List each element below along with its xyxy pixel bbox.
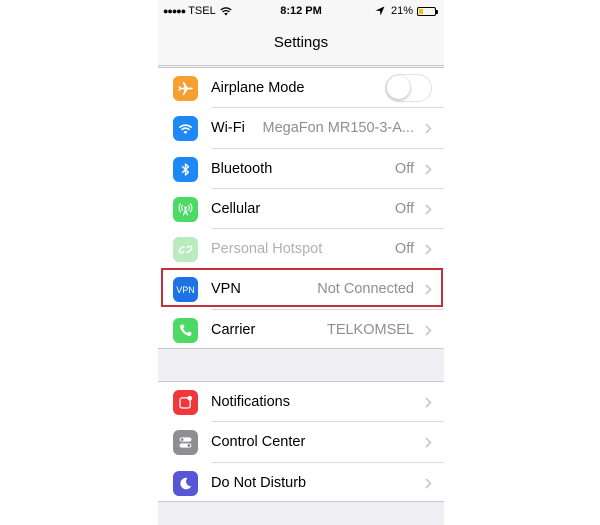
chevron-right-icon — [425, 164, 432, 175]
battery-icon — [417, 6, 438, 16]
row-label: Personal Hotspot — [211, 241, 323, 258]
chevron-right-icon — [425, 284, 432, 296]
battery-percentage: 21% — [390, 5, 413, 17]
row-label: Bluetooth — [211, 160, 273, 177]
status-bar: ●●●●● TSEL 8:12 PM 21% — [158, 0, 444, 22]
notifications-icon — [173, 390, 198, 415]
airplane-icon — [173, 76, 198, 101]
settings-row-personal-hotspot[interactable]: Personal Hotspot Off — [158, 229, 444, 270]
row-label: Notifications — [211, 394, 290, 410]
row-label: VPN — [211, 281, 241, 298]
chevron-right-icon — [425, 123, 432, 134]
settings-row-cellular[interactable]: Cellular Off — [158, 189, 444, 230]
vpn-icon-text: VPN — [176, 284, 195, 295]
page-title: Settings — [273, 34, 329, 51]
phone-icon — [173, 317, 198, 343]
row-label: Control Center — [211, 434, 306, 451]
chevron-right-icon — [425, 397, 432, 408]
phone-screen: ●●●●● TSEL 8:12 PM 21% Settings Airplane… — [158, 0, 444, 525]
chevron-right-icon — [425, 478, 432, 489]
moon-icon — [173, 470, 198, 496]
row-label: Cellular — [211, 200, 261, 217]
row-label: Wi-Fi — [211, 120, 245, 137]
row-value: MegaFon MR150-3-A... — [262, 120, 414, 137]
settings-group-connectivity: Airplane Mode Wi-Fi MegaFon MR150-3-A... — [158, 67, 444, 349]
cellular-icon — [173, 196, 198, 222]
chevron-right-icon — [425, 437, 432, 448]
row-label: Carrier — [211, 321, 256, 338]
chevron-right-icon — [425, 244, 432, 255]
settings-group-system: Notifications Control Center Do Not Dist… — [158, 381, 444, 502]
settings-row-control-center[interactable]: Control Center — [158, 422, 444, 463]
hotspot-icon — [173, 237, 198, 263]
vpn-icon: VPN — [173, 277, 198, 303]
bluetooth-icon — [173, 156, 198, 182]
settings-row-do-not-disturb[interactable]: Do Not Disturb — [158, 463, 444, 503]
chevron-right-icon — [425, 204, 432, 215]
settings-row-notifications[interactable]: Notifications — [158, 382, 444, 423]
navigation-bar: Settings — [158, 22, 444, 66]
row-label: Airplane Mode — [211, 80, 305, 96]
row-value: TELKOMSEL — [326, 321, 414, 338]
row-label: Do Not Disturb — [211, 474, 307, 491]
row-value: Not Connected — [317, 281, 414, 298]
chevron-right-icon — [425, 325, 432, 336]
row-value: Off — [394, 241, 414, 258]
settings-row-vpn[interactable]: VPN VPN Not Connected — [158, 269, 444, 310]
toggle-knob — [387, 76, 410, 99]
wifi-icon — [173, 116, 198, 142]
airplane-mode-toggle[interactable] — [385, 74, 432, 102]
control-center-icon — [173, 430, 198, 456]
settings-row-bluetooth[interactable]: Bluetooth Off — [158, 149, 444, 189]
row-value: Off — [394, 200, 414, 217]
settings-row-wifi[interactable]: Wi-Fi MegaFon MR150-3-A... — [158, 108, 444, 149]
row-value: Off — [394, 160, 414, 177]
settings-row-carrier[interactable]: Carrier TELKOMSEL — [158, 310, 444, 350]
settings-row-airplane-mode[interactable]: Airplane Mode — [158, 68, 444, 109]
location-arrow-icon — [375, 6, 385, 16]
